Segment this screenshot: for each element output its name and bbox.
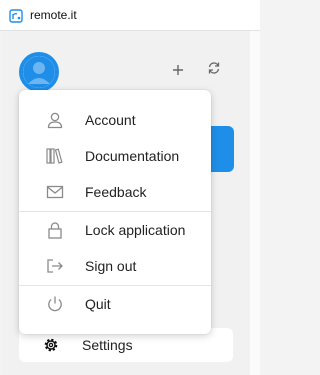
avatar-person-icon — [23, 56, 55, 88]
remoteit-logo-icon — [9, 9, 23, 23]
menu-item-documentation[interactable]: Documentation — [19, 138, 211, 174]
sign-out-icon — [46, 257, 64, 275]
menu-item-feedback[interactable]: Feedback — [19, 174, 211, 210]
menu-item-lock-application[interactable]: Lock application — [19, 212, 211, 248]
power-icon — [46, 295, 64, 313]
title-bar: remote.it — [0, 0, 260, 31]
settings-label: Settings — [82, 337, 133, 353]
menu-item-label: Sign out — [85, 258, 137, 274]
menu-item-sign-out[interactable]: Sign out — [19, 248, 211, 284]
plus-icon — [172, 64, 184, 76]
account-menu: Account Documentation Feedback Lock appl… — [19, 90, 211, 334]
menu-item-account[interactable]: Account — [19, 102, 211, 138]
envelope-icon — [46, 183, 64, 201]
avatar[interactable] — [19, 52, 59, 92]
person-icon — [46, 111, 64, 129]
menu-item-label: Account — [85, 112, 136, 128]
menu-item-label: Documentation — [85, 148, 180, 164]
menu-item-label: Feedback — [85, 184, 147, 200]
menu-item-quit[interactable]: Quit — [19, 286, 211, 322]
lock-icon — [46, 221, 64, 239]
gear-icon — [43, 337, 59, 353]
content-edge — [250, 31, 260, 375]
add-button[interactable] — [167, 59, 189, 81]
refresh-icon — [207, 61, 221, 75]
menu-item-label: Lock application — [85, 222, 186, 238]
window-title: remote.it — [30, 8, 77, 22]
menu-item-label: Quit — [85, 296, 111, 312]
books-icon — [46, 147, 64, 165]
refresh-button[interactable] — [203, 57, 225, 79]
